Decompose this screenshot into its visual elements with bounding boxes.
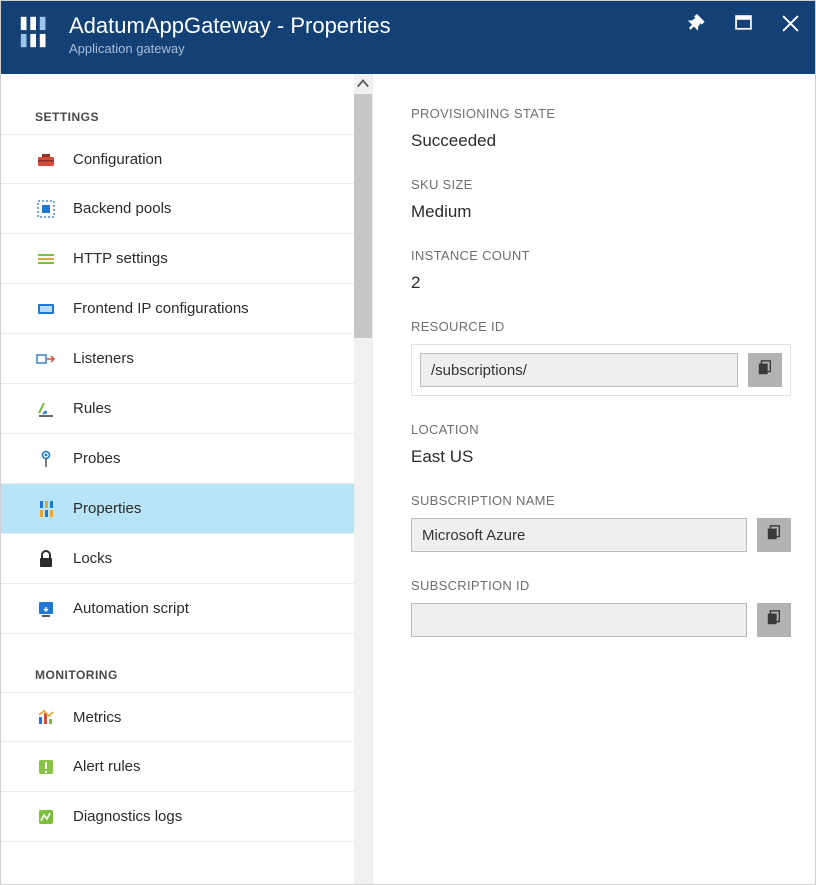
copy-icon [757, 360, 773, 381]
sidebar-item-label: Alert rules [73, 758, 141, 775]
value-location: East US [411, 447, 791, 467]
field-instance-count: INSTANCE COUNT 2 [411, 248, 791, 293]
value-provisioning-state: Succeeded [411, 131, 791, 151]
sidebar-item-diagnostics-logs[interactable]: Diagnostics logs [1, 792, 354, 842]
sidebar-item-automation-script[interactable]: Automation script [1, 584, 354, 634]
sidebar-item-label: Locks [73, 550, 112, 567]
titlebar-texts: AdatumAppGateway - Properties Applicatio… [69, 13, 674, 56]
input-resource-id[interactable]: /subscriptions/ [420, 353, 738, 387]
label-subscription-name: SUBSCRIPTION NAME [411, 493, 791, 508]
diag-icon [35, 806, 57, 828]
nav-list-settings: Configuration Backend pools HTTP settings F… [1, 134, 354, 634]
copy-button-resource-id[interactable] [748, 353, 782, 387]
toolbox-icon [35, 148, 57, 170]
sidebar-item-label: Metrics [73, 709, 121, 726]
pin-button[interactable] [688, 15, 705, 32]
alert-icon [35, 756, 57, 778]
sidebar-item-metrics[interactable]: Metrics [1, 692, 354, 742]
listener-icon [35, 348, 57, 370]
http-icon [35, 248, 57, 270]
close-button[interactable] [782, 15, 799, 32]
sidebar-item-label: Configuration [73, 151, 162, 168]
properties-icon [35, 498, 57, 520]
input-subscription-name[interactable]: Microsoft Azure [411, 518, 747, 552]
pool-icon [35, 198, 57, 220]
sidebar-item-alert-rules[interactable]: Alert rules [1, 742, 354, 792]
sidebar-item-label: Rules [73, 400, 111, 417]
copy-row-subscription-name: Microsoft Azure [411, 518, 791, 552]
label-location: LOCATION [411, 422, 791, 437]
rules-icon [35, 398, 57, 420]
label-subscription-id: SUBSCRIPTION ID [411, 578, 791, 593]
label-instance-count: INSTANCE COUNT [411, 248, 791, 263]
label-resource-id: RESOURCE ID [411, 319, 791, 334]
copy-row-resource-id: /subscriptions/ [411, 344, 791, 396]
script-icon [35, 598, 57, 620]
scrollbar[interactable] [354, 74, 372, 884]
sidebar-item-label: Probes [73, 450, 121, 467]
field-resource-id: RESOURCE ID /subscriptions/ [411, 319, 791, 396]
window-title: AdatumAppGateway - Properties [69, 13, 674, 39]
sidebar-item-configuration[interactable]: Configuration [1, 134, 354, 184]
label-provisioning-state: PROVISIONING STATE [411, 106, 791, 121]
maximize-button[interactable] [735, 15, 752, 32]
copy-icon [766, 525, 782, 546]
titlebar-controls [688, 13, 799, 32]
scroll-up-button[interactable] [354, 74, 372, 94]
ipcfg-icon [35, 298, 57, 320]
sidebar-wrap: SETTINGS Configuration Backend pools HTTP … [1, 74, 373, 884]
sidebar-item-label: Automation script [73, 600, 189, 617]
sidebar-item-http-settings[interactable]: HTTP settings [1, 234, 354, 284]
value-sku-size: Medium [411, 202, 791, 222]
sidebar-item-label: Properties [73, 500, 141, 517]
sidebar-item-rules[interactable]: Rules [1, 384, 354, 434]
titlebar: AdatumAppGateway - Properties Applicatio… [1, 1, 815, 74]
sidebar-item-probes[interactable]: Probes [1, 434, 354, 484]
sidebar-item-label: Frontend IP configurations [73, 300, 249, 317]
sidebar-item-locks[interactable]: Locks [1, 534, 354, 584]
section-label-settings: SETTINGS [1, 102, 354, 134]
field-subscription-id: SUBSCRIPTION ID [411, 578, 791, 637]
field-sku-size: SKU SIZE Medium [411, 177, 791, 222]
copy-button-subscription-name[interactable] [757, 518, 791, 552]
copy-icon [766, 610, 782, 631]
appgateway-icon [17, 13, 55, 56]
input-subscription-id[interactable] [411, 603, 747, 637]
sidebar-item-frontend-ip-configurations[interactable]: Frontend IP configurations [1, 284, 354, 334]
sidebar-item-label: HTTP settings [73, 250, 168, 267]
content: PROVISIONING STATE Succeeded SKU SIZE Me… [373, 74, 815, 884]
label-sku-size: SKU SIZE [411, 177, 791, 192]
sidebar-item-properties[interactable]: Properties [1, 484, 354, 534]
lock-icon [35, 548, 57, 570]
window-subtitle: Application gateway [69, 41, 674, 56]
sidebar-item-label: Backend pools [73, 200, 171, 217]
sidebar-item-listeners[interactable]: Listeners [1, 334, 354, 384]
sidebar: SETTINGS Configuration Backend pools HTTP … [1, 74, 354, 884]
body: SETTINGS Configuration Backend pools HTTP … [1, 74, 815, 884]
window: AdatumAppGateway - Properties Applicatio… [0, 0, 816, 885]
copy-row-subscription-id [411, 603, 791, 637]
field-location: LOCATION East US [411, 422, 791, 467]
sidebar-item-backend-pools[interactable]: Backend pools [1, 184, 354, 234]
nav-list-monitoring: Metrics Alert rules Diagnostics logs [1, 692, 354, 842]
probe-icon [35, 448, 57, 470]
sidebar-item-label: Listeners [73, 350, 134, 367]
value-instance-count: 2 [411, 273, 791, 293]
field-provisioning-state: PROVISIONING STATE Succeeded [411, 106, 791, 151]
field-subscription-name: SUBSCRIPTION NAME Microsoft Azure [411, 493, 791, 552]
metrics-icon [35, 706, 57, 728]
copy-button-subscription-id[interactable] [757, 603, 791, 637]
sidebar-item-label: Diagnostics logs [73, 808, 182, 825]
section-label-monitoring: MONITORING [1, 660, 354, 692]
scroll-thumb[interactable] [354, 94, 372, 338]
